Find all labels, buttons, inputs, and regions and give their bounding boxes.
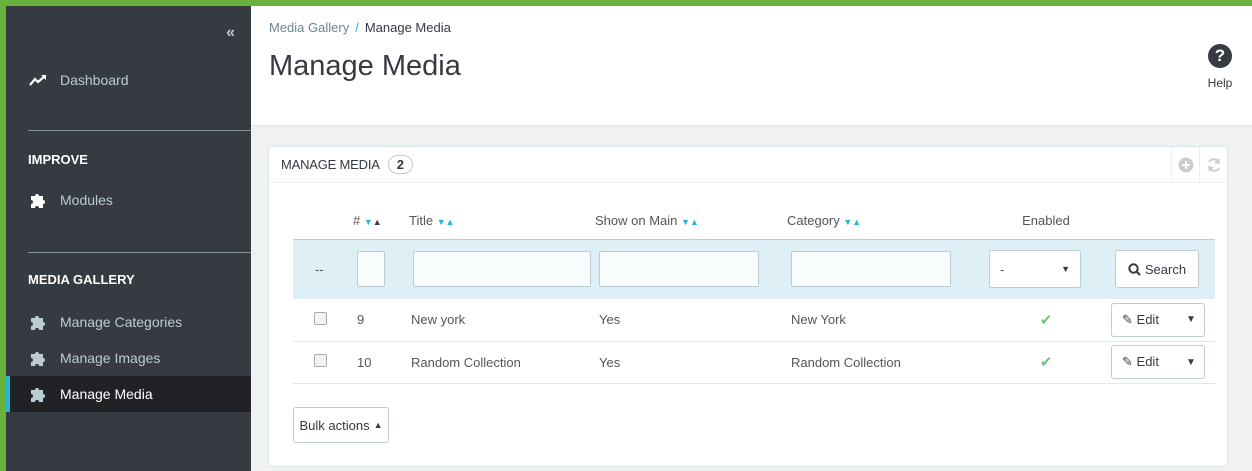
column-header-show-on-main[interactable]: Show on Main ▼▲ [595,203,787,239]
check-icon[interactable]: ✔ [1040,312,1053,329]
filter-id-input[interactable] [357,251,385,288]
sort-asc-icon[interactable]: ▲ [852,217,861,227]
column-header-id[interactable]: # ▼▲ [353,203,409,239]
panel-title: MANAGE MEDIA [281,157,380,172]
sidebar-item-manage-images[interactable]: Manage Images [6,340,251,376]
section-title-improve: IMPROVE [28,152,88,167]
sidebar-item-label: Manage Categories [60,314,183,330]
pencil-icon: ✎ [1122,311,1133,327]
media-table: # ▼▲ Title ▼▲ Show on Main ▼▲ Category ▼… [293,203,1215,384]
sort-asc-icon[interactable]: ▲ [690,217,699,227]
column-actions [1111,203,1215,239]
add-new-icon[interactable] [1171,147,1199,183]
cell-show-on-main: Yes [599,354,621,370]
cell-title: New york [411,312,466,328]
filter-show-on-main-input[interactable] [599,251,759,288]
check-icon[interactable]: ✔ [1040,354,1053,371]
refresh-icon[interactable] [1199,147,1227,183]
search-button[interactable]: Search [1115,250,1199,289]
edit-button-group[interactable]: ✎ Edit ▼ [1111,345,1205,379]
cell-id: 9 [357,312,365,328]
breadcrumb: Media Gallery / Manage Media [269,20,451,35]
cell-show-on-main: Yes [599,312,621,328]
help-label: Help [1207,76,1233,90]
sort-desc-icon[interactable]: ▼ [681,217,690,227]
breadcrumb-link-media-gallery[interactable]: Media Gallery [269,20,349,35]
sort-asc-icon[interactable]: ▲ [446,217,455,227]
sidebar: « Dashboard IMPROVE Modules MEDIA GALLER… [6,6,251,471]
sidebar-divider [28,252,251,253]
filter-row: -- - ▼ Search [293,239,1215,299]
cell-category: Random Collection [791,354,901,370]
page-title: Manage Media [269,50,461,82]
section-title-media-gallery: MEDIA GALLERY [28,272,135,287]
media-list-panel: MANAGE MEDIA 2 # ▼▲ Title ▼▲ Show on Mai… [268,146,1228,467]
pencil-icon: ✎ [1122,354,1133,369]
table-row[interactable]: 10 Random Collection Yes Random Collecti… [293,341,1215,383]
breadcrumb-current: Manage Media [364,20,451,35]
filter-title-input[interactable] [413,251,591,288]
puzzle-icon [28,385,48,403]
caret-down-icon: ▼ [1061,264,1070,275]
puzzle-icon [28,313,48,331]
collapse-sidebar-icon[interactable]: « [226,24,235,42]
column-select [293,203,353,239]
sidebar-divider [28,130,251,131]
sidebar-item-label: Modules [60,192,113,208]
sidebar-item-label: Manage Images [60,350,161,366]
table-row[interactable]: 9 New york Yes New York ✔ ✎ Edit ▼ [293,299,1215,341]
sort-desc-icon[interactable]: ▼ [364,217,373,227]
edit-button-group[interactable]: ✎ Edit ▼ [1111,302,1205,337]
help-button[interactable]: ? Help [1200,44,1240,90]
filter-dash: -- [315,261,324,277]
cell-id: 10 [357,354,372,370]
filter-enabled-select[interactable]: - ▼ [989,250,1081,289]
breadcrumb-separator: / [355,20,359,35]
filter-category-input[interactable] [791,251,951,288]
column-header-enabled: Enabled [1022,213,1070,229]
question-icon: ? [1208,44,1232,68]
panel-toolbar [1171,147,1227,183]
column-header-title[interactable]: Title ▼▲ [409,203,595,239]
sort-desc-icon[interactable]: ▼ [843,217,852,227]
row-checkbox[interactable] [314,354,327,367]
page-header: Media Gallery / Manage Media Manage Media … [251,6,1252,126]
cell-title: Random Collection [411,354,521,370]
cell-category: New York [791,312,846,328]
panel-heading: MANAGE MEDIA 2 [269,147,1227,183]
app-frame: « Dashboard IMPROVE Modules MEDIA GALLER… [6,6,1252,471]
sidebar-item-label: Manage Media [60,386,153,402]
puzzle-icon [28,191,48,209]
column-header-category[interactable]: Category ▼▲ [787,203,981,239]
count-badge: 2 [387,155,413,174]
sidebar-item-label: Dashboard [60,72,129,88]
bulk-actions-button[interactable]: Bulk actions ▲ [293,407,389,443]
sidebar-item-modules[interactable]: Modules [6,182,251,218]
sidebar-item-manage-categories[interactable]: Manage Categories [6,304,251,340]
search-icon [1128,263,1141,276]
sort-asc-icon[interactable]: ▲ [373,217,382,227]
row-checkbox[interactable] [314,311,327,325]
caret-up-icon: ▲ [373,420,383,430]
sort-desc-icon[interactable]: ▼ [437,217,446,227]
trending-up-icon [28,71,48,89]
sidebar-item-dashboard[interactable]: Dashboard [6,62,251,98]
caret-down-icon[interactable]: ▼ [1178,357,1204,368]
caret-down-icon[interactable]: ▼ [1178,314,1204,325]
puzzle-icon [28,349,48,367]
sidebar-item-manage-media[interactable]: Manage Media [6,376,251,412]
